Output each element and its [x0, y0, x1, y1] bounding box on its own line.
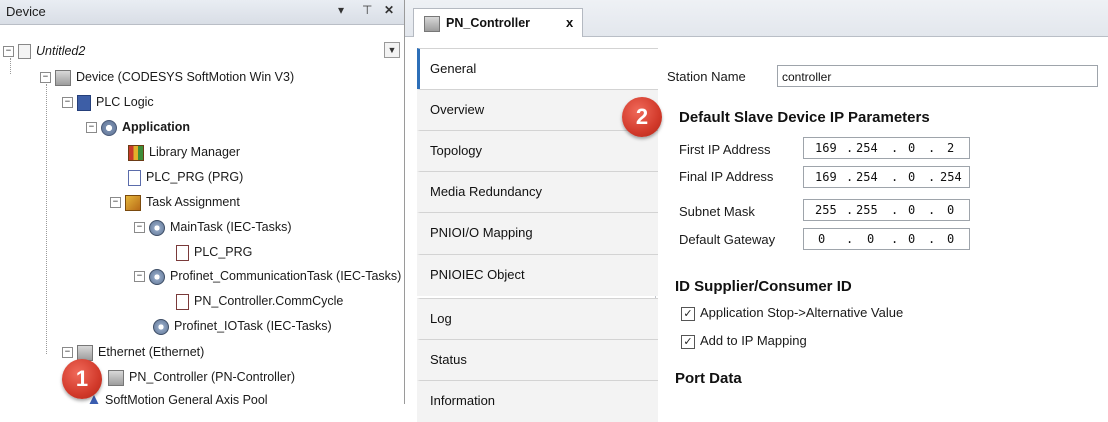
ip-section-title: Default Slave Device IP Parameters: [679, 109, 930, 126]
collapse-icon[interactable]: −: [40, 72, 51, 84]
port-data-title: Port Data: [675, 370, 742, 387]
device-pane: Device ▾ ⊤ ✕ ▼ − Untitled2 − Device (CODES…: [0, 0, 405, 404]
editor-tabstrip: PN_Controller x: [405, 0, 1108, 37]
tree-item-library-manager[interactable]: Library Manager: [128, 141, 240, 163]
tree-item-pn-controller[interactable]: PN_Controller (PN-Controller): [108, 366, 295, 388]
station-name-input[interactable]: controller: [777, 65, 1098, 87]
tree-item-axis-pool[interactable]: SoftMotion General Axis Pool: [88, 389, 268, 404]
tab-information[interactable]: Information: [417, 380, 658, 422]
tree-label: Untitled2: [36, 44, 86, 58]
tree-item-plc-prg[interactable]: PLC_PRG (PRG): [128, 166, 243, 188]
collapse-icon[interactable]: −: [110, 197, 121, 209]
tree-item-comm-task[interactable]: − Profinet_CommunicationTask (IEC-Tasks): [134, 265, 401, 287]
device-pane-title: Device: [6, 4, 46, 19]
tree-item-maintask[interactable]: − MainTask (IEC-Tasks): [134, 216, 292, 238]
tab-io-mapping[interactable]: PNIOI/O Mapping: [417, 212, 658, 254]
tree-label: PLC Logic: [96, 95, 154, 109]
add-ip-mapping-checkbox[interactable]: ✓: [681, 335, 695, 349]
device-icon: [55, 69, 71, 86]
device-pane-header: Device ▾ ⊤ ✕: [0, 0, 404, 25]
id-section-title: ID Supplier/Consumer ID: [675, 278, 852, 295]
library-icon: [128, 144, 144, 161]
default-gateway-label: Default Gateway: [679, 232, 776, 247]
tab-status[interactable]: Status: [417, 339, 658, 381]
tree-label: PLC_PRG: [194, 245, 253, 259]
application-icon: [101, 119, 117, 136]
program-call-icon: [176, 244, 189, 261]
tree-label: SoftMotion General Axis Pool: [105, 393, 268, 404]
tab-close-icon[interactable]: x: [566, 15, 573, 30]
program-icon: [128, 169, 141, 186]
station-name-label: Station Name: [667, 69, 746, 84]
tree-label: Ethernet (Ethernet): [98, 345, 205, 359]
tab-overview[interactable]: Overview: [417, 89, 658, 131]
alternative-value-checkbox[interactable]: ✓: [681, 307, 695, 321]
tab-label: PN_Controller: [446, 16, 531, 30]
tree-item-io-task[interactable]: Profinet_IOTask (IEC-Tasks): [153, 315, 332, 337]
pane-menu-icon[interactable]: ▾: [338, 3, 344, 17]
collapse-icon[interactable]: −: [86, 122, 97, 134]
collapse-icon[interactable]: −: [134, 271, 145, 283]
first-ip-label: First IP Address: [679, 142, 771, 157]
task-icon: [153, 318, 169, 335]
tree-label: Task Assignment: [146, 195, 240, 209]
tree-label: PLC_PRG (PRG): [146, 170, 244, 184]
close-icon[interactable]: ✕: [384, 3, 394, 17]
project-icon: [18, 44, 31, 60]
default-gateway-input[interactable]: 0 .0 .0 .0: [803, 228, 970, 250]
tree-item-device[interactable]: − Device (CODESYS SoftMotion Win V3): [40, 66, 294, 88]
task-config-icon: [125, 194, 141, 211]
add-ip-mapping-label: Add to IP Mapping: [700, 333, 807, 348]
tab-pn-controller[interactable]: PN_Controller x: [413, 8, 583, 37]
tree-label: Application: [122, 120, 191, 134]
first-ip-input[interactable]: 169 . 254 .0 .2: [803, 137, 970, 159]
tree-label: Profinet_CommunicationTask (IEC-Tasks): [170, 269, 402, 283]
tab-topology[interactable]: Topology: [417, 130, 658, 172]
tree-label: PN_Controller (PN-Controller): [129, 370, 296, 384]
callout-badge-2: 2: [622, 97, 662, 137]
final-ip-label: Final IP Address: [679, 169, 774, 184]
pn-controller-icon: [424, 16, 440, 32]
tab-log[interactable]: Log: [417, 298, 658, 340]
tree-label: Library Manager: [149, 145, 241, 159]
tree-item-plc-logic[interactable]: − PLC Logic: [62, 91, 154, 113]
program-call-icon: [176, 293, 189, 310]
plc-logic-icon: [77, 94, 91, 111]
tree-item-commcycle[interactable]: PN_Controller.CommCycle: [176, 290, 343, 312]
collapse-icon[interactable]: −: [3, 46, 14, 58]
callout-badge-1: 1: [62, 359, 102, 399]
subnet-mask-label: Subnet Mask: [679, 204, 755, 219]
task-icon: [149, 268, 165, 285]
tab-iec-object[interactable]: PNIOIEC Object: [417, 254, 658, 296]
tree-label: Device (CODESYS SoftMotion Win V3): [76, 70, 295, 84]
tab-media-redundancy[interactable]: Media Redundancy: [417, 171, 658, 213]
tree-item-maintask-call[interactable]: PLC_PRG: [176, 241, 252, 263]
subnet-mask-input[interactable]: 255 . 255 .0 .0: [803, 199, 970, 221]
tree-label: Profinet_IOTask (IEC-Tasks): [174, 319, 332, 333]
task-icon: [149, 219, 165, 236]
collapse-icon[interactable]: −: [62, 97, 73, 109]
final-ip-input[interactable]: 169 . 254 .0 . 254: [803, 166, 970, 188]
side-tabs: General Overview Topology Media Redundan…: [417, 48, 658, 422]
tree-label: PN_Controller.CommCycle: [194, 294, 344, 308]
alternative-value-label: Application Stop->Alternative Value: [700, 305, 904, 320]
tree-item-task-assignment[interactable]: − Task Assignment: [110, 191, 240, 213]
collapse-icon[interactable]: −: [134, 222, 145, 234]
pin-icon[interactable]: ⊤: [362, 3, 372, 17]
tree-item-untitled[interactable]: − Untitled2: [3, 40, 85, 62]
tree-label: MainTask (IEC-Tasks): [170, 220, 292, 234]
tab-general[interactable]: General: [417, 48, 658, 90]
pn-controller-icon: [108, 369, 124, 386]
scroll-down-icon[interactable]: ▼: [384, 42, 400, 58]
tree-item-application[interactable]: − Application: [86, 116, 190, 138]
collapse-icon[interactable]: −: [62, 347, 73, 359]
